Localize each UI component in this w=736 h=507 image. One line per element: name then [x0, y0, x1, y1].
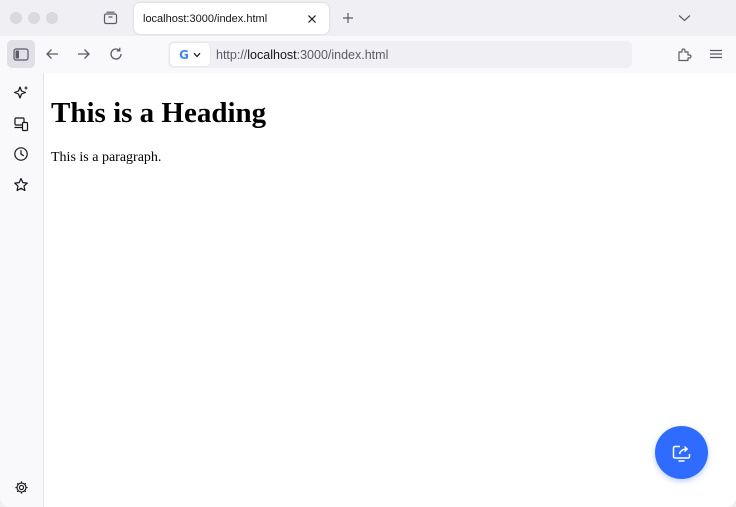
chevron-down-icon [193, 52, 201, 57]
arrow-right-icon[interactable] [74, 44, 94, 64]
chevron-down-icon[interactable] [676, 10, 692, 26]
url-host: localhost [247, 47, 297, 62]
url-scheme: http:// [216, 47, 248, 62]
page-content: This is a Heading This is a paragraph. [43, 73, 736, 507]
sparkle-icon[interactable] [12, 84, 30, 102]
page-heading: This is a Heading [51, 97, 267, 129]
close-icon[interactable] [305, 12, 319, 26]
sidebar-icon[interactable] [7, 40, 35, 68]
gear-icon[interactable] [12, 478, 30, 496]
page-paragraph: This is a paragraph. [51, 150, 162, 165]
history-icon[interactable] [12, 145, 30, 163]
search-engine-button[interactable]: G [170, 43, 210, 66]
browser-window: localhost:3000/index.html G http://local… [0, 0, 736, 507]
hamburger-icon[interactable] [707, 45, 725, 63]
tab-active[interactable]: localhost:3000/index.html [134, 3, 329, 34]
reload-icon[interactable] [106, 44, 126, 64]
share-screen-icon[interactable] [655, 426, 708, 479]
tab-overview-icon[interactable] [101, 9, 119, 27]
plus-icon[interactable] [340, 10, 356, 26]
sidebar [0, 73, 43, 507]
star-icon[interactable] [12, 176, 30, 194]
window-zoom-button[interactable] [46, 12, 58, 24]
window-minimize-button[interactable] [28, 12, 40, 24]
tab-strip: localhost:3000/index.html [0, 0, 736, 36]
tab-title: localhost:3000/index.html [143, 12, 268, 25]
arrow-left-icon[interactable] [42, 44, 62, 64]
puzzle-icon[interactable] [675, 45, 693, 63]
synced-tabs-icon[interactable] [12, 115, 30, 133]
navigation-toolbar: G http://localhost:3000/index.html [0, 36, 736, 73]
window-close-button[interactable] [10, 12, 22, 24]
address-bar[interactable]: G http://localhost:3000/index.html [168, 41, 632, 68]
url-path: :3000/index.html [296, 47, 389, 62]
google-icon: G [179, 47, 189, 62]
url-text[interactable]: http://localhost:3000/index.html [216, 48, 388, 62]
